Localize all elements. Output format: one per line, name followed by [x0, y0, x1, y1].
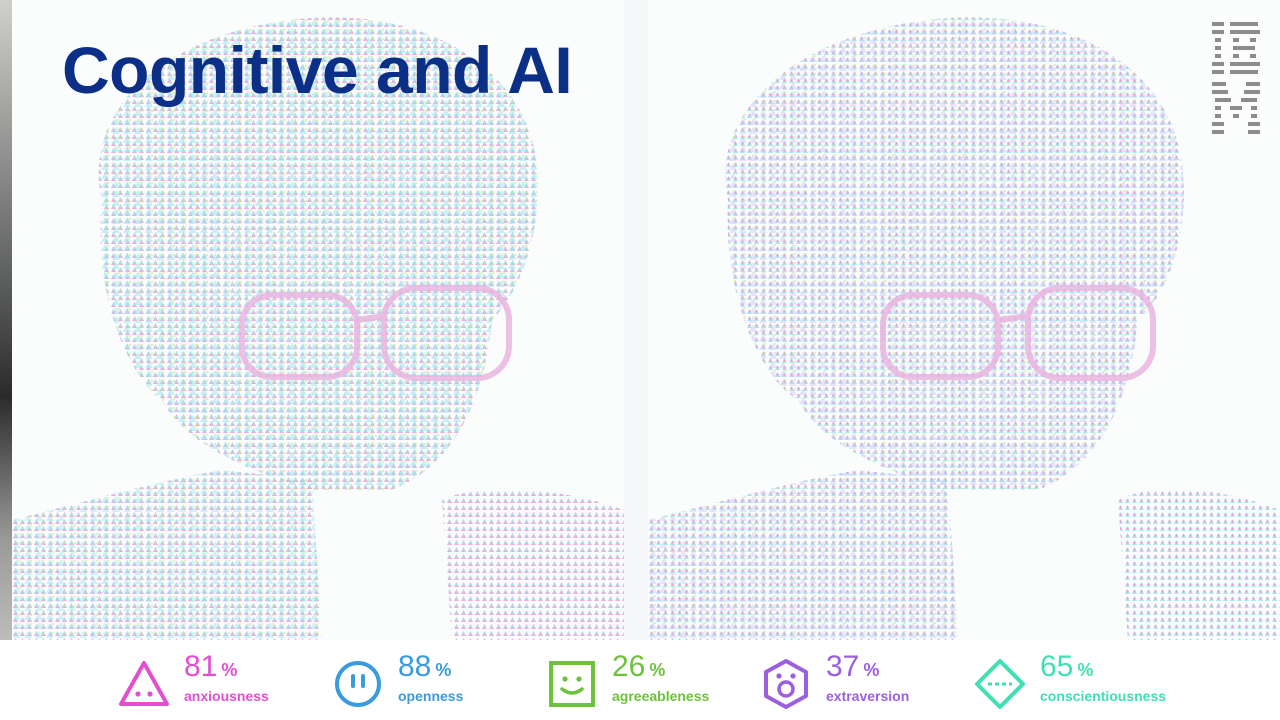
metric-label: agreeableness [612, 688, 710, 704]
metric-number: 26 [612, 650, 646, 683]
slide: Cognitive and AI 81% anxiousness 88 % op… [0, 0, 1280, 720]
metric-unit: % [649, 660, 666, 680]
metric-label: extraversion [826, 688, 910, 704]
portrait-right [648, 0, 1280, 640]
metric-unit: % [863, 660, 880, 680]
hexagon-face-icon [764, 659, 808, 709]
metric-unit: % [221, 660, 238, 680]
square-face-icon [549, 661, 595, 707]
slide-title: Cognitive and AI [62, 33, 573, 107]
metric-value: 37% [826, 650, 879, 687]
metric-number: 37 [826, 650, 860, 683]
metric-value: 65% [1040, 650, 1093, 687]
metric-value: 26% [612, 650, 665, 687]
metric-number: 81 [184, 650, 218, 683]
halftone-portrait-right [648, 17, 1280, 640]
personality-metrics-bar: 81% anxiousness 88% openness 26% agreeablen… [0, 640, 1280, 720]
diamond-face-icon [975, 659, 1025, 709]
metric-number: 88 [398, 650, 432, 683]
metric-label: openness [398, 688, 464, 704]
circle-face-icon [335, 661, 381, 707]
metric-number: 65 [1040, 650, 1074, 683]
ibm-striped-logo-icon [1212, 22, 1260, 134]
metric-label: conscientiousness [1040, 688, 1167, 704]
metric-label: anxiousness [184, 688, 269, 704]
triangle-face-icon [119, 661, 169, 706]
metric-unit: % [435, 660, 452, 680]
metric-unit: % [1077, 660, 1094, 680]
metric-value: 88% [398, 650, 451, 687]
photo-edge-strip [0, 0, 12, 720]
metric-value: 81% [184, 650, 237, 687]
